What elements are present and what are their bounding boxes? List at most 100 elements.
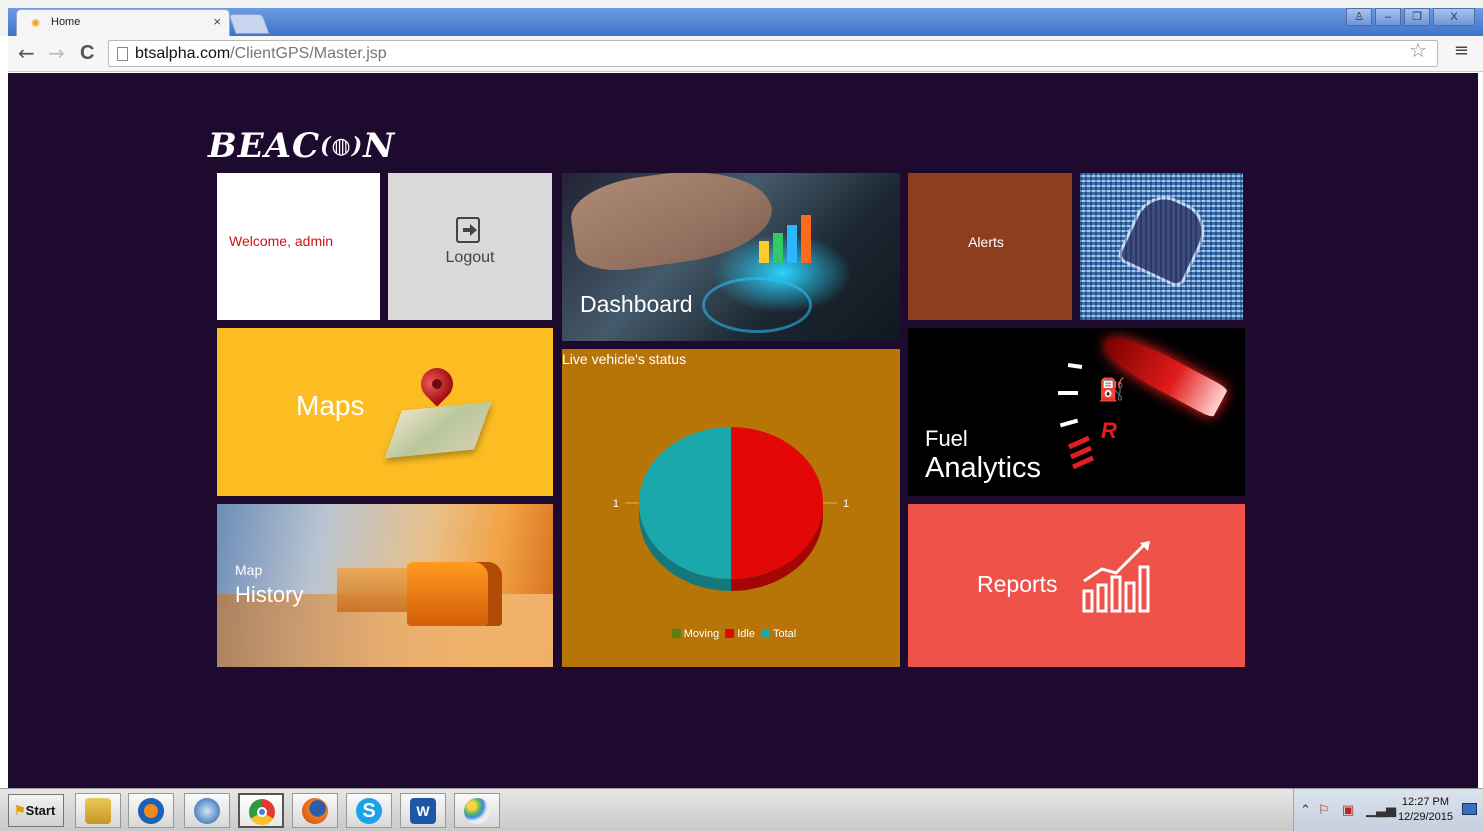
dashboard-bars-image [757,208,827,263]
map-icon [384,401,492,459]
bookmark-star-icon[interactable]: ☆ [1409,40,1427,60]
fuel-analytics-tile[interactable]: ⛽ R Fuel Analytics [908,328,1245,496]
url-path: /ClientGPS/Master.jsp [230,45,387,62]
map-history-tile[interactable]: Map History [217,504,553,667]
alerts-bell-tile[interactable] [1080,173,1243,320]
chrome-icon [249,799,275,825]
bell-pixel-overlay [1080,173,1243,320]
window-controls: ♙ – ❐ X [1346,8,1475,28]
firefox-icon [302,798,328,824]
loading-icon: ✺ [31,17,41,30]
legend-swatch-idle [725,629,735,638]
tab-close-button[interactable]: × [213,14,221,29]
maps-label: Maps [296,390,365,421]
dashboard-rings-image [702,277,812,333]
url-host: btsalpha.com [135,45,231,62]
start-button[interactable]: ⚑Start [8,794,64,827]
taskbar-paint-button[interactable] [454,793,500,828]
chart-legend: Moving Idle Total [562,628,900,640]
show-desktop-button[interactable] [1462,803,1477,815]
gauge-needle-image [1097,328,1229,419]
gauge-tick [1058,391,1078,395]
truck-icon [407,562,502,626]
taskbar-media-player-button[interactable] [128,793,174,828]
paint-icon [464,798,490,824]
skype-icon: S [356,798,382,824]
windows-flag-icon: ⚑ [14,803,26,818]
browser-menu-icon[interactable]: ≡ [1454,42,1469,60]
history-label-line2: History [235,582,304,607]
close-window-button[interactable]: X [1433,8,1475,26]
logout-tile[interactable]: Logout [388,173,552,320]
forward-button[interactable]: → [48,43,65,63]
pie-data-label: 1 [613,498,619,510]
vehicle-status-pie-chart: 11 [613,427,849,591]
pie-slice-total[interactable] [639,427,731,579]
taskbar-firefox-button[interactable] [292,793,338,828]
legend-swatch-total [760,629,770,638]
media-player-icon [138,798,164,824]
browser-titlebar: ✺ Home × ♙ – ❐ X [0,0,1483,36]
logo-signal-icon: (◍) [320,133,364,159]
windows-taskbar: ⚑Start S W ⌃ ⚐ ▣ ▁▃▅ 12:27 PM 12/29/2015 [0,788,1483,831]
page-icon [117,47,128,61]
dashboard-tile[interactable]: Dashboard [562,173,900,341]
back-button[interactable]: ← [18,43,35,63]
clock-time: 12:27 PM [1401,796,1450,808]
action-center-icon[interactable]: ⚐ [1318,803,1330,818]
user-profile-button[interactable]: ♙ [1346,8,1372,26]
legend-label-idle[interactable]: Idle [737,628,755,640]
logo-text-tail: N [363,126,396,166]
minimize-button[interactable]: – [1375,8,1401,26]
taskbar-word-button[interactable]: W [400,793,446,828]
gauge-reserve-mark: R [1101,418,1117,443]
truck-trailer-image [337,568,417,612]
dashboard-label: Dashboard [580,291,693,317]
file-explorer-icon [85,798,111,824]
status-chart-title: Live vehicle's status [562,351,687,367]
map-pin-icon [414,361,460,407]
tab-title: Home [51,16,81,28]
page-content: BEAC(◍)N Welcome, admin Logout Dashboard… [8,73,1478,788]
screen: ✺ Home × ♙ – ❐ X ← → C btsalpha.com/Clie… [0,0,1483,831]
taskbar-chrome-button[interactable] [238,793,284,828]
beacon-logo: BEAC(◍)N [208,126,395,166]
reports-chart-icon [1082,541,1150,613]
fuel-label-line1: Fuel [925,426,968,451]
reports-label: Reports [977,571,1058,597]
alerts-tile[interactable]: Alerts [908,173,1072,320]
welcome-tile: Welcome, admin [217,173,380,320]
vehicle-status-tile[interactable]: 11 Live vehicle's status Moving Idle Total [562,349,900,667]
word-icon: W [410,798,436,824]
restore-button[interactable]: ❐ [1404,8,1430,26]
legend-swatch-moving [671,629,681,638]
alerts-label: Alerts [968,234,1004,250]
browser-tab-home[interactable]: ✺ Home × [16,9,230,36]
show-hidden-icons-button[interactable]: ⌃ [1300,803,1311,818]
reload-button[interactable]: C [80,43,94,63]
system-tray: ⌃ ⚐ ▣ ▁▃▅ 12:27 PM 12/29/2015 [1293,789,1483,831]
browser-toolbar: ← → C btsalpha.com/ClientGPS/Master.jsp … [8,36,1483,72]
taskbar-file-explorer-button[interactable] [75,793,121,828]
fuel-label-line2: Analytics [925,452,1042,484]
logo-text: BEAC [208,126,321,166]
address-bar[interactable]: btsalpha.com/ClientGPS/Master.jsp [108,40,1438,67]
taskbar-thunderbird-button[interactable] [184,793,230,828]
legend-label-total[interactable]: Total [773,628,796,640]
pie-slice-idle[interactable] [731,427,823,579]
logout-label: Logout [445,249,495,266]
maps-tile[interactable]: Maps [217,328,553,496]
network-icon[interactable]: ▣ [1342,803,1354,818]
gauge-tick [1067,363,1083,369]
pie-data-label: 1 [843,498,849,510]
system-clock[interactable]: 12:27 PM 12/29/2015 [1398,795,1453,825]
gauge-tick [1059,418,1079,428]
reports-tile[interactable]: Reports [908,504,1245,667]
clock-date: 12/29/2015 [1397,811,1453,823]
start-label: Start [25,803,56,818]
signal-icon[interactable]: ▁▃▅ [1366,803,1396,818]
new-tab-button[interactable] [228,14,270,34]
fuel-pump-icon: ⛽ [1098,378,1126,403]
legend-label-moving[interactable]: Moving [684,628,719,640]
taskbar-skype-button[interactable]: S [346,793,392,828]
